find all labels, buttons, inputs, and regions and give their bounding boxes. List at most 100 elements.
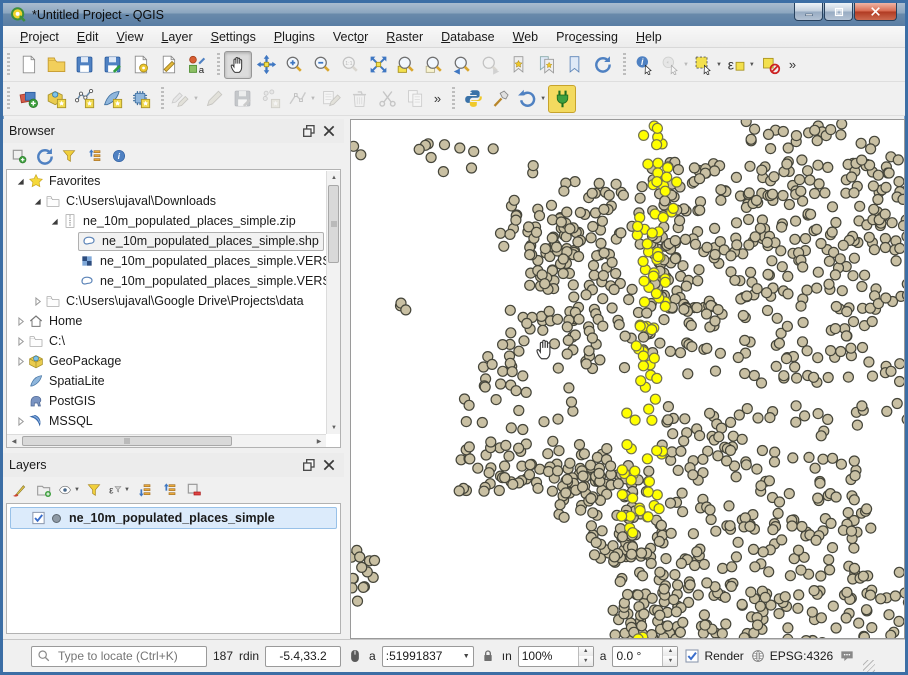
zoom-to-selection-button[interactable] bbox=[420, 51, 448, 79]
filter-legend-button[interactable] bbox=[83, 479, 105, 501]
manage-map-themes-dropdown-icon[interactable]: ▼ bbox=[74, 487, 80, 493]
scroll-right-icon[interactable]: ▶ bbox=[312, 435, 326, 448]
plugin-toggle-button[interactable] bbox=[548, 85, 576, 113]
browser-float-button[interactable] bbox=[300, 122, 318, 140]
menu-project[interactable]: Project bbox=[11, 28, 68, 46]
save-project-as-button[interactable] bbox=[98, 51, 126, 79]
toolbar-overflow-icon[interactable]: » bbox=[785, 57, 800, 72]
scroll-up-icon[interactable]: ▲ bbox=[327, 171, 341, 184]
menu-raster[interactable]: Raster bbox=[377, 28, 432, 46]
refresh-map-button[interactable] bbox=[588, 51, 616, 79]
tree-expander-icon[interactable] bbox=[13, 334, 27, 348]
tree-expander-icon[interactable] bbox=[13, 354, 27, 368]
remove-layer-button[interactable] bbox=[183, 479, 205, 501]
menu-database[interactable]: Database bbox=[432, 28, 504, 46]
tree-item[interactable]: C:\ bbox=[7, 331, 326, 351]
toolbar-grip[interactable] bbox=[161, 87, 164, 111]
browser-hscrollbar[interactable]: ◀ ▶ bbox=[7, 434, 326, 447]
render-toggle[interactable]: Render bbox=[684, 648, 743, 664]
expand-all-button[interactable] bbox=[133, 479, 155, 501]
locator-bar[interactable] bbox=[31, 646, 207, 667]
menu-plugins[interactable]: Plugins bbox=[265, 28, 324, 46]
title-bar[interactable]: *Untitled Project - QGIS bbox=[3, 3, 905, 26]
run-feature-action-dropdown-icon[interactable]: ▼ bbox=[683, 62, 689, 68]
tree-item[interactable]: Favorites bbox=[7, 171, 326, 191]
messages-icon[interactable] bbox=[839, 648, 855, 664]
show-spatial-bookmarks-button[interactable] bbox=[532, 51, 560, 79]
menu-web[interactable]: Web bbox=[504, 28, 547, 46]
tree-item[interactable]: MSSQL bbox=[7, 411, 326, 431]
vscroll-thumb[interactable] bbox=[328, 185, 339, 263]
style-manager-button[interactable]: a bbox=[182, 51, 210, 79]
identify-features-button[interactable]: i bbox=[630, 51, 658, 79]
tree-item[interactable]: ne_10m_populated_places_simple.zip bbox=[7, 211, 326, 231]
browser-vscrollbar[interactable]: ▲ ▼ bbox=[326, 171, 340, 434]
hscroll-thumb[interactable] bbox=[22, 436, 232, 446]
filter-by-expression-button[interactable]: ε▼ bbox=[108, 479, 130, 501]
scale-dropdown-icon[interactable]: ▼ bbox=[463, 653, 470, 660]
menu-layer[interactable]: Layer bbox=[152, 28, 201, 46]
toolbar-grip[interactable] bbox=[623, 53, 626, 77]
locator-input[interactable] bbox=[56, 648, 202, 664]
render-checkbox[interactable] bbox=[684, 648, 700, 664]
menu-view[interactable]: View bbox=[107, 28, 152, 46]
tree-item[interactable]: Home bbox=[7, 311, 326, 331]
menu-vector[interactable]: Vector bbox=[324, 28, 377, 46]
toolbar-grip[interactable] bbox=[7, 53, 10, 77]
layers-float-button[interactable] bbox=[300, 456, 318, 474]
zoom-last-button[interactable] bbox=[448, 51, 476, 79]
select-features-dropdown-icon[interactable]: ▼ bbox=[716, 62, 722, 68]
lock-scale-icon[interactable] bbox=[480, 648, 496, 664]
rotation-spinbox[interactable]: 0.0 ° ▲▼ bbox=[612, 646, 678, 667]
toolbar-grip[interactable] bbox=[217, 53, 220, 77]
scroll-down-icon[interactable]: ▼ bbox=[327, 421, 341, 434]
collapse-all-button[interactable] bbox=[83, 145, 105, 167]
tree-item[interactable]: C:\Users\ujaval\Downloads bbox=[7, 191, 326, 211]
show-layout-manager-button[interactable] bbox=[154, 51, 182, 79]
menu-edit[interactable]: Edit bbox=[68, 28, 108, 46]
pan-map-button[interactable] bbox=[224, 51, 252, 79]
new-geopackage-layer-button[interactable] bbox=[42, 85, 70, 113]
tree-item[interactable]: SpatiaLite bbox=[7, 371, 326, 391]
menu-settings[interactable]: Settings bbox=[202, 28, 265, 46]
new-shapefile-layer-button[interactable] bbox=[70, 85, 98, 113]
tree-item[interactable]: GeoPackage bbox=[7, 351, 326, 371]
toolbar-grip[interactable] bbox=[7, 87, 10, 111]
vertex-tool-dropdown-icon[interactable]: ▼ bbox=[310, 96, 316, 102]
rotation-down-icon[interactable]: ▼ bbox=[663, 656, 677, 666]
zoom-out-button[interactable] bbox=[308, 51, 336, 79]
map-canvas[interactable] bbox=[350, 119, 905, 639]
layers-list[interactable]: ne_10m_populated_places_simple bbox=[6, 503, 341, 634]
new-project-button[interactable] bbox=[14, 51, 42, 79]
refresh-browser-button[interactable] bbox=[33, 145, 55, 167]
tree-item[interactable]: PostGIS bbox=[7, 391, 326, 411]
filter-by-expression-dropdown-icon[interactable]: ▼ bbox=[124, 487, 130, 493]
resize-grip[interactable] bbox=[863, 660, 875, 672]
crs-status[interactable]: EPSG:4326 bbox=[750, 648, 833, 664]
zoom-in-button[interactable] bbox=[280, 51, 308, 79]
new-spatial-bookmark-button[interactable] bbox=[504, 51, 532, 79]
tree-item[interactable]: ne_10m_populated_places_simple.VERSION bbox=[7, 251, 326, 271]
tree-expander-icon[interactable] bbox=[13, 174, 27, 188]
browser-tree[interactable]: FavoritesC:\Users\ujaval\Downloadsne_10m… bbox=[6, 169, 341, 448]
add-selected-layers-button[interactable] bbox=[8, 145, 30, 167]
rotation-up-icon[interactable]: ▲ bbox=[663, 647, 677, 657]
magnifier-up-icon[interactable]: ▲ bbox=[579, 647, 593, 657]
magnifier-spinbox[interactable]: 100% ▲▼ bbox=[518, 646, 594, 667]
tree-expander-icon[interactable] bbox=[13, 314, 27, 328]
zoom-to-layer-button[interactable] bbox=[392, 51, 420, 79]
tree-expander-icon[interactable] bbox=[30, 294, 44, 308]
scale-combobox[interactable]: :51991837 ▼ bbox=[382, 646, 474, 667]
select-by-expression-dropdown-icon[interactable]: ▼ bbox=[749, 62, 755, 68]
zoom-full-button[interactable] bbox=[364, 51, 392, 79]
bookmark-manager-button[interactable] bbox=[560, 51, 588, 79]
tree-item[interactable]: C:\Users\ujaval\Google Drive\Projects\da… bbox=[7, 291, 326, 311]
collapse-all-layers-button[interactable] bbox=[158, 479, 180, 501]
extents-mouse-icon[interactable] bbox=[347, 648, 363, 664]
plugin-reload-dropdown-icon[interactable]: ▼ bbox=[540, 96, 546, 102]
tree-item[interactable]: ne_10m_populated_places_simple.VERSION bbox=[7, 271, 326, 291]
select-features-button[interactable]: ▼ bbox=[691, 51, 724, 79]
browser-close-button[interactable] bbox=[320, 122, 338, 140]
menu-help[interactable]: Help bbox=[627, 28, 671, 46]
tree-expander-icon[interactable] bbox=[13, 414, 27, 428]
